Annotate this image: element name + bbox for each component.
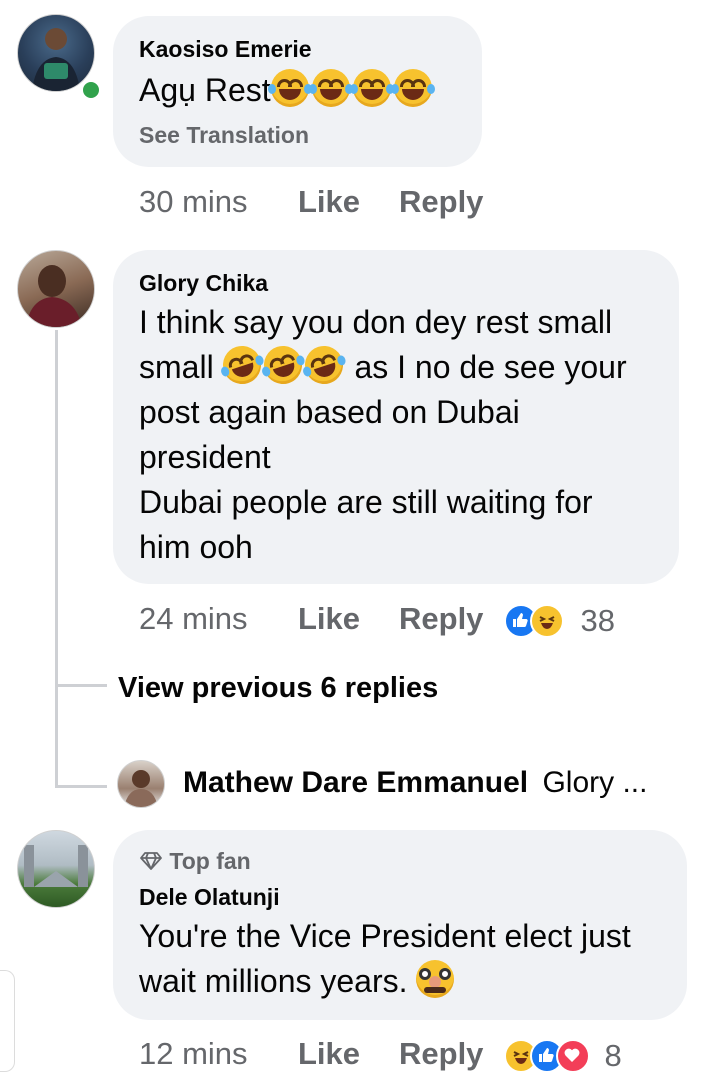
reply-button[interactable]: Reply xyxy=(399,1036,483,1072)
laugh-cry-emoji xyxy=(267,69,312,107)
rolling-laugh-emoji xyxy=(258,341,307,389)
avatar-picture xyxy=(24,845,88,887)
reaction-summary[interactable]: 8 xyxy=(504,1038,622,1074)
like-button[interactable]: Like xyxy=(298,601,360,637)
reply-button[interactable]: Reply xyxy=(399,601,483,637)
comment-bubble: Top fan Dele Olatunji You're the Vice Pr… xyxy=(113,830,687,1020)
reply-text-preview: Glory ... xyxy=(542,766,648,799)
comment-time: 24 mins xyxy=(139,601,248,636)
comment-text-line: him ooh xyxy=(139,529,253,565)
reply-author[interactable]: Mathew Dare Emmanuel xyxy=(183,766,528,799)
comment-text-line: You're the Vice President elect just xyxy=(139,918,631,954)
reaction-count: 38 xyxy=(580,603,615,638)
reply-button[interactable]: Reply xyxy=(399,184,483,220)
avatar[interactable] xyxy=(17,830,95,908)
reply-preview[interactable]: Mathew Dare Emmanuel Glory ... xyxy=(183,766,647,800)
comment-text-content: small xyxy=(139,349,214,385)
comment-bubble: Kaosiso Emerie Agụ Rest See Translation xyxy=(113,16,482,167)
comment-time: 30 mins xyxy=(139,184,248,219)
comment-text-line: president xyxy=(139,439,271,475)
comment-text: You're the Vice President elect just wai… xyxy=(139,914,631,1004)
comment-author[interactable]: Glory Chika xyxy=(139,270,268,297)
comment-text-line: small as I no de see your xyxy=(139,341,627,390)
laugh-cry-emoji xyxy=(349,69,394,107)
laugh-cry-emoji xyxy=(390,69,435,107)
comment-text-content: as I no de see your xyxy=(354,349,627,385)
online-status-icon xyxy=(80,79,102,101)
comment-text-line: wait millions years. xyxy=(139,959,631,1004)
diamond-icon xyxy=(140,852,162,870)
comment-author[interactable]: Dele Olatunji xyxy=(139,884,280,911)
rolling-laugh-emoji xyxy=(299,341,348,389)
see-translation-link[interactable]: See Translation xyxy=(139,122,309,149)
comment-bubble: Glory Chika I think say you don dey rest… xyxy=(113,250,679,584)
reaction-count: 8 xyxy=(604,1038,622,1073)
disguise-emoji xyxy=(416,960,455,998)
comment-author[interactable]: Kaosiso Emerie xyxy=(139,36,312,63)
love-reaction-icon xyxy=(556,1039,590,1073)
like-button[interactable]: Like xyxy=(298,1036,360,1072)
avatar-picture xyxy=(124,770,158,807)
thread-line xyxy=(55,330,58,788)
thread-line xyxy=(55,785,107,788)
top-fan-badge: Top fan xyxy=(139,848,251,875)
comment-text-content: wait millions years. xyxy=(139,963,408,999)
reaction-summary[interactable]: 38 xyxy=(504,603,615,639)
view-previous-replies-link[interactable]: View previous 6 replies xyxy=(118,672,438,705)
thread-line xyxy=(55,684,107,687)
avatar-picture xyxy=(26,265,82,327)
comment-time: 12 mins xyxy=(139,1036,248,1071)
badge-label: Top fan xyxy=(169,848,251,874)
comment-text: Agụ Rest xyxy=(139,68,435,113)
comment-text: I think say you don dey rest small small… xyxy=(139,300,627,570)
comment-text-line: I think say you don dey rest small xyxy=(139,304,613,340)
avatar[interactable] xyxy=(117,760,165,808)
comment-text-line: post again based on Dubai xyxy=(139,394,520,430)
avatar-picture xyxy=(32,28,80,91)
like-button[interactable]: Like xyxy=(298,184,360,220)
avatar[interactable] xyxy=(17,250,95,328)
rolling-laugh-emoji xyxy=(217,341,266,389)
comment-text-content: Agụ Rest xyxy=(139,72,271,108)
haha-reaction-icon xyxy=(530,604,564,638)
comment-text-line: Dubai people are still waiting for xyxy=(139,484,593,520)
laugh-cry-emoji xyxy=(308,69,353,107)
floating-panel-edge xyxy=(0,970,15,1072)
